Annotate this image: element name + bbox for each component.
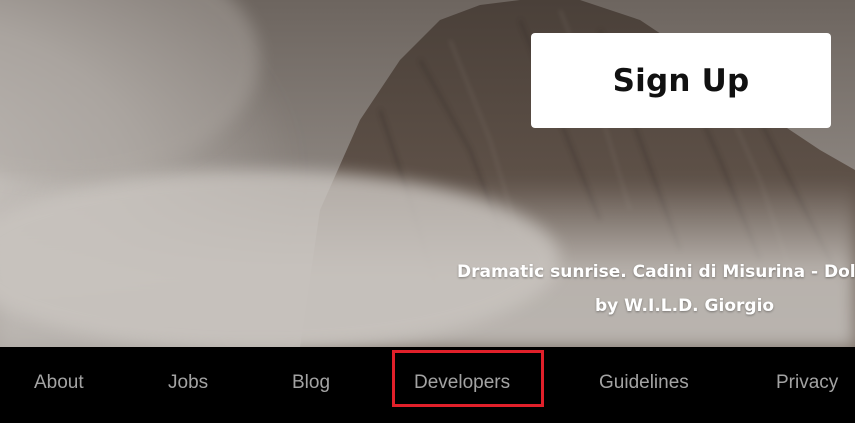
photo-credit[interactable]: by W.I.L.D. Giorgio xyxy=(595,296,774,316)
footer-link-guidelines[interactable]: Guidelines xyxy=(599,347,689,419)
footer-link-privacy[interactable]: Privacy xyxy=(776,347,838,419)
photo-caption: Dramatic sunrise. Cadini di Misurina - D… xyxy=(0,258,855,328)
hero-background: Sign Up Dramatic sunrise. Cadini di Misu… xyxy=(0,0,855,347)
sign-up-button[interactable]: Sign Up xyxy=(531,33,831,128)
footer-link-about[interactable]: About xyxy=(34,347,84,419)
footer-link-jobs[interactable]: Jobs xyxy=(168,347,208,419)
developers-highlight-box xyxy=(392,350,544,407)
photo-title[interactable]: Dramatic sunrise. Cadini di Misurina - D… xyxy=(457,262,855,282)
footer-nav: About Jobs Blog Developers Guidelines Pr… xyxy=(0,347,855,423)
footer-link-blog[interactable]: Blog xyxy=(292,347,330,419)
